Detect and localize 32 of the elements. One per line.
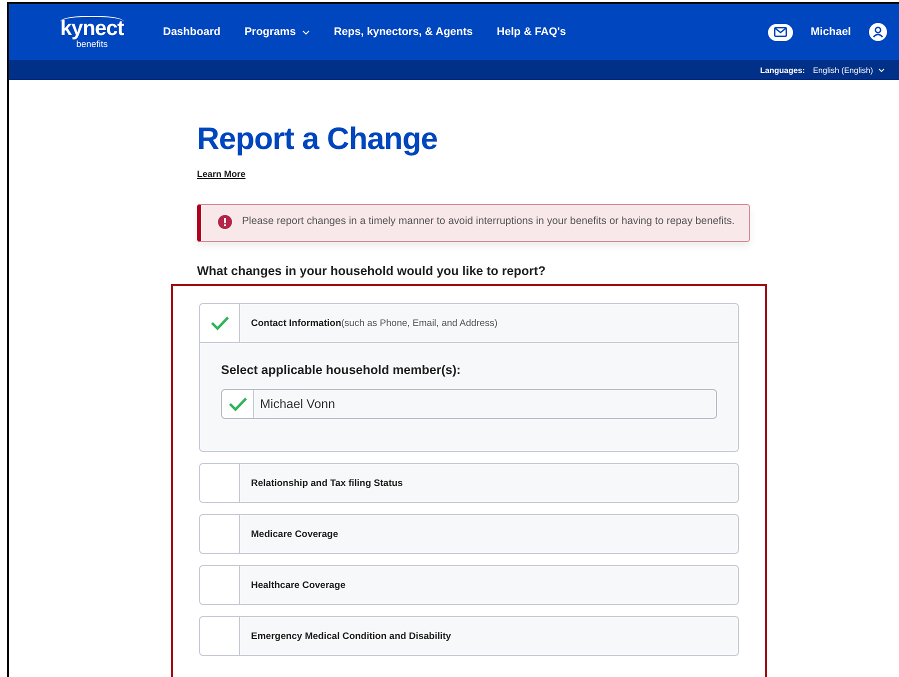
kynect-logo[interactable]: kynect benefits: [57, 16, 127, 48]
languages-label: Languages:: [760, 66, 805, 74]
mail-icon[interactable]: [768, 24, 793, 40]
option-row[interactable]: Healthcare Coverage: [199, 565, 739, 606]
checkbox[interactable]: [200, 464, 240, 502]
user-icon[interactable]: [869, 23, 887, 41]
nav-link[interactable]: Dashboard: [163, 26, 220, 38]
option-row[interactable]: Medicare Coverage: [199, 514, 739, 554]
error-icon: [218, 214, 232, 229]
checkbox[interactable]: [200, 515, 240, 554]
user-name[interactable]: Michael: [810, 26, 851, 38]
checkbox[interactable]: [200, 617, 240, 656]
learn-more-link[interactable]: Learn More: [197, 169, 246, 180]
members-label: Select applicable household member(s):: [221, 363, 462, 378]
checkbox[interactable]: [200, 566, 240, 604]
checkbox[interactable]: [200, 304, 240, 342]
check-icon: [228, 396, 248, 412]
option-row[interactable]: Emergency Medical Condition and Disability: [199, 616, 739, 656]
nav-link[interactable]: Reps, kynectors, & Agents: [334, 26, 473, 38]
checkbox[interactable]: [222, 390, 254, 418]
nav-link[interactable]: Help & FAQ's: [496, 26, 566, 38]
caret-icon: [878, 68, 885, 72]
check-icon: [210, 315, 230, 332]
question-text: What changes in your household would you like to report?: [197, 264, 547, 278]
option-row[interactable]: Contact Information(such as Phone, Email, and Address): [199, 303, 739, 344]
nav-link[interactable]: Programs: [244, 26, 310, 38]
page-title: Report a Change: [197, 120, 439, 158]
option-row[interactable]: Relationship and Tax filing Status: [199, 463, 739, 504]
member-option[interactable]: Michael Vonn: [221, 389, 717, 420]
alert-text: Please report changes in a timely manner to avoid interruptions in your benefits or having to repay benefits.: [242, 215, 735, 230]
caret-icon: [302, 30, 310, 34]
language-select[interactable]: English (English): [812, 66, 885, 74]
